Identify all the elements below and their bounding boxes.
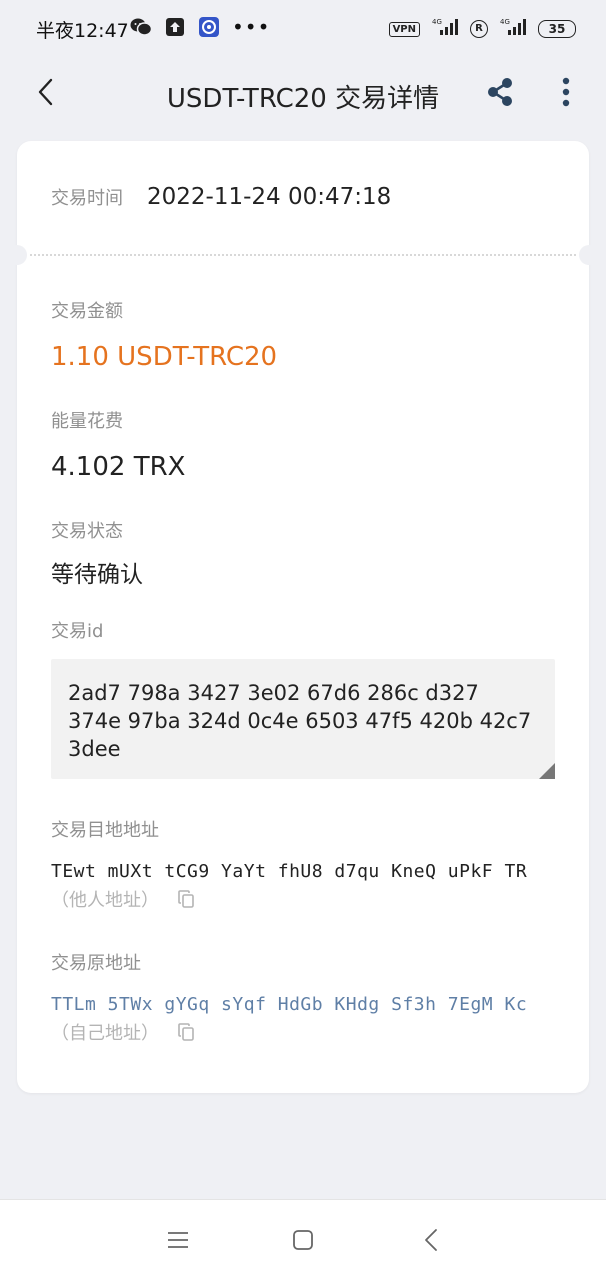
more-vertical-icon bbox=[561, 77, 571, 111]
signal-icon: 4G bbox=[430, 18, 460, 40]
time-row: 交易时间 2022-11-24 00:47:18 bbox=[51, 184, 391, 210]
wechat-icon bbox=[130, 16, 152, 38]
resize-handle-icon[interactable] bbox=[539, 763, 555, 779]
to-address-note: （他人地址） bbox=[51, 890, 159, 911]
energy-value: 4.102 TRX bbox=[51, 452, 186, 482]
status-time: 半夜12:47 bbox=[36, 20, 129, 42]
card-divider bbox=[30, 254, 576, 256]
to-address-value[interactable]: TEwt mUXt tCG9 YaYt fhU8 d7qu KneQ uPkF … bbox=[51, 861, 527, 882]
card-notch-right bbox=[579, 245, 599, 265]
status-notification-icons: ••• bbox=[130, 16, 270, 38]
copy-icon[interactable] bbox=[177, 890, 195, 908]
chevron-left-icon bbox=[424, 1228, 438, 1256]
time-value: 2022-11-24 00:47:18 bbox=[147, 184, 392, 210]
status-system-icons: VPN 4G R 4G 35 bbox=[388, 18, 576, 40]
from-address-value[interactable]: TTLm 5TWx gYGq sYqf HdGb KHdg Sf3h 7EgM … bbox=[51, 994, 527, 1015]
from-address-note: （自己地址） bbox=[51, 1023, 159, 1044]
share-button[interactable] bbox=[480, 74, 520, 114]
status-label: 交易状态 bbox=[51, 521, 123, 542]
time-label: 交易时间 bbox=[51, 188, 123, 209]
battery-icon: 35 bbox=[538, 20, 576, 38]
energy-label: 能量花费 bbox=[51, 411, 123, 432]
signal-net-label: 4G bbox=[432, 18, 442, 26]
to-address-label: 交易目地地址 bbox=[51, 820, 159, 841]
nav-home-button[interactable] bbox=[283, 1222, 323, 1262]
txid-value[interactable]: 2ad7 798a 3427 3e02 67d6 286c d327 374e … bbox=[68, 679, 538, 763]
vpn-icon: VPN bbox=[388, 21, 420, 37]
registered-icon: R bbox=[470, 20, 488, 38]
nav-menu-button[interactable] bbox=[158, 1222, 198, 1262]
from-address-block: TTLm 5TWx gYGq sYqf HdGb KHdg Sf3h 7EgM … bbox=[51, 994, 527, 1045]
more-options-button[interactable] bbox=[546, 74, 586, 114]
amount-value: 1.10 USDT-TRC20 bbox=[51, 342, 278, 372]
app-badge-icon bbox=[198, 16, 220, 38]
share-icon bbox=[486, 77, 514, 111]
square-icon bbox=[292, 1229, 314, 1255]
signal-net-label-2: 4G bbox=[500, 18, 510, 26]
system-nav-bar bbox=[0, 1199, 606, 1281]
upload-icon bbox=[164, 16, 186, 38]
copy-icon[interactable] bbox=[177, 1023, 195, 1041]
to-address-block: TEwt mUXt tCG9 YaYt fhU8 d7qu KneQ uPkF … bbox=[51, 861, 527, 912]
txid-textarea[interactable]: 2ad7 798a 3427 3e02 67d6 286c d327 374e … bbox=[51, 659, 555, 779]
app-header: USDT-TRC20 交易详情 bbox=[0, 58, 606, 132]
amount-label: 交易金额 bbox=[51, 301, 123, 322]
status-value: 等待确认 bbox=[51, 562, 143, 588]
nav-back-button[interactable] bbox=[411, 1222, 451, 1262]
signal-icon-2: 4G bbox=[498, 18, 528, 40]
status-bar: 半夜12:47 ••• VPN 4G R 4G 35 bbox=[0, 0, 606, 58]
txid-label: 交易id bbox=[51, 621, 104, 642]
more-notifications-icon: ••• bbox=[232, 15, 271, 39]
card-notch-left bbox=[7, 245, 27, 265]
from-address-label: 交易原地址 bbox=[51, 953, 141, 974]
menu-icon bbox=[167, 1230, 189, 1254]
